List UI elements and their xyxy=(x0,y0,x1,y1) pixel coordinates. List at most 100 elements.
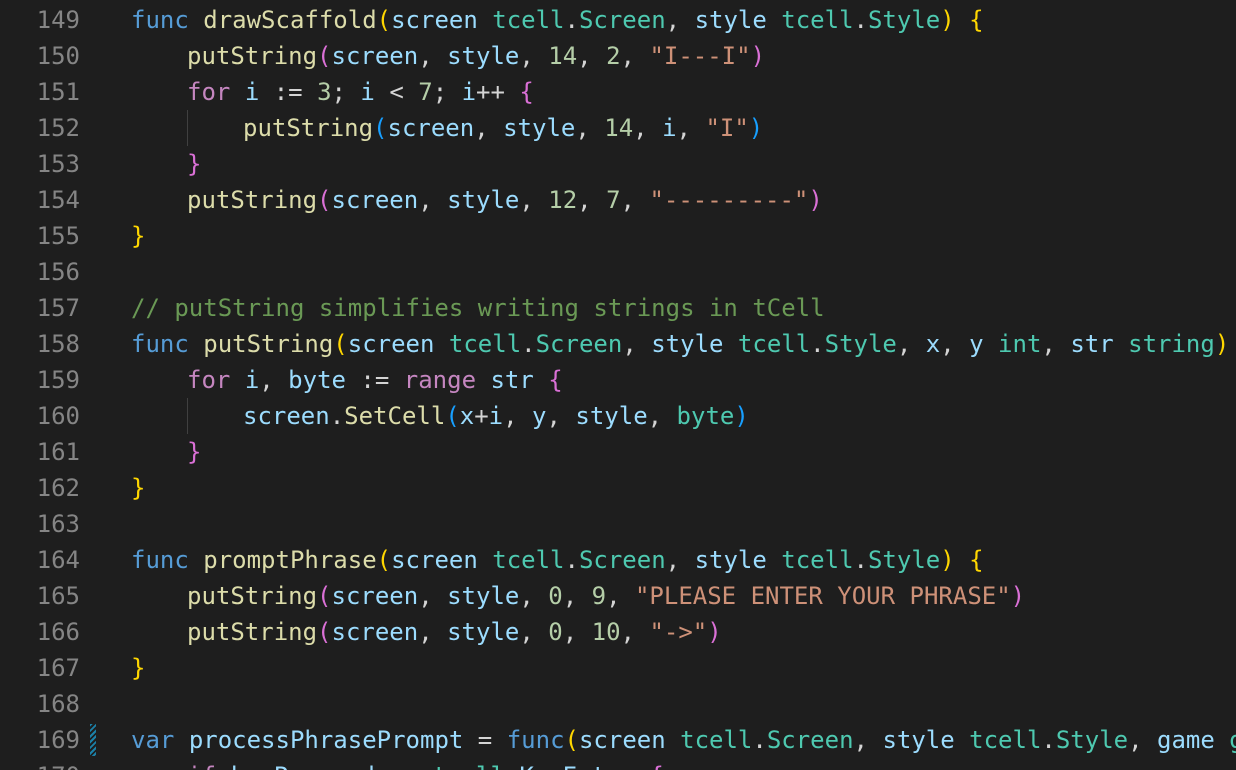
code-token: processPhrasePrompt xyxy=(188,726,464,754)
code-text: func promptPhrase(screen tcell.Screen, s… xyxy=(131,542,984,578)
code-token: Style xyxy=(824,330,897,358)
code-token: putString xyxy=(187,42,318,70)
code-token: , xyxy=(676,114,706,142)
code-token: ( xyxy=(564,726,579,754)
code-token: . xyxy=(810,330,825,358)
code-token: keyPressed xyxy=(230,762,375,770)
code-token: ) xyxy=(748,114,764,142)
code-token: . xyxy=(752,726,767,754)
code-token: , xyxy=(519,186,549,214)
code-line[interactable]: 161} xyxy=(0,434,1236,470)
code-token: { xyxy=(519,78,534,106)
code-token: 9 xyxy=(591,582,607,610)
code-token: // putString simplifies writing strings … xyxy=(131,294,825,322)
code-token: i xyxy=(244,78,260,106)
code-line[interactable]: 160 screen.SetCell(x+i, y, style, byte) xyxy=(0,398,1236,434)
line-number: 165 xyxy=(36,582,80,610)
code-token: ) xyxy=(1010,582,1026,610)
code-line[interactable]: 154 putString(screen, style, 12, 7, "----… xyxy=(0,182,1236,218)
code-token: , xyxy=(562,582,592,610)
code-line[interactable]: 163 xyxy=(0,506,1236,542)
code-token: ; xyxy=(432,78,462,106)
code-token: style xyxy=(575,402,648,430)
code-line[interactable]: 168 xyxy=(0,686,1236,722)
code-token: Style xyxy=(1055,726,1129,754)
code-token: tcell xyxy=(781,546,854,574)
code-token: ( xyxy=(373,114,388,142)
code-token: , xyxy=(620,618,650,646)
code-line[interactable]: 152 putString(screen, style, 14, i, "I") xyxy=(0,110,1236,146)
code-token: putString xyxy=(243,114,374,142)
code-token: Screen xyxy=(535,330,623,358)
code-line[interactable]: 150 putString(screen, style, 14, 2, "I---… xyxy=(0,38,1236,74)
code-token: , xyxy=(418,618,448,646)
code-token: style xyxy=(694,546,767,574)
code-token: for xyxy=(187,366,231,394)
code-line[interactable]: 155} xyxy=(0,218,1236,254)
code-line[interactable]: 169 var processPhrasePrompt = func(screen… xyxy=(0,722,1236,758)
code-line[interactable]: 157 // putString simplifies writing strin… xyxy=(0,290,1236,326)
code-token: 14 xyxy=(604,114,634,142)
code-token: tcell xyxy=(737,330,811,358)
code-token: , xyxy=(575,114,605,142)
code-line[interactable]: 162} xyxy=(0,470,1236,506)
code-token: } xyxy=(131,654,146,682)
code-token: 7 xyxy=(606,186,621,214)
code-token: ) xyxy=(734,402,749,430)
code-token: tcell xyxy=(433,762,505,770)
line-number: 151 xyxy=(36,78,80,106)
code-token: } xyxy=(187,438,202,466)
code-text: // putString simplifies writing strings … xyxy=(131,290,825,326)
code-line[interactable]: 149 func drawScaffold(screen tcell.Screen… xyxy=(0,2,1236,38)
modified-line-indicator xyxy=(90,724,96,756)
code-token: ) xyxy=(1214,330,1230,358)
code-token: , xyxy=(853,726,883,754)
code-token: ) xyxy=(750,42,766,70)
code-line[interactable]: 159 for i, byte := range str { xyxy=(0,362,1236,398)
code-token: . xyxy=(521,330,536,358)
code-line[interactable]: 165 putString(screen, style, 0, 9, "PLEAS… xyxy=(0,578,1236,614)
code-text: func drawScaffold(screen tcell.Screen, s… xyxy=(131,2,984,38)
code-token: func xyxy=(131,546,189,574)
code-token: ) xyxy=(940,6,955,34)
code-token: i xyxy=(360,78,375,106)
code-line[interactable]: 153} xyxy=(0,146,1236,182)
code-token: tcell xyxy=(448,330,522,358)
code-token: { xyxy=(649,762,663,770)
code-token: , xyxy=(519,618,549,646)
line-number: 154 xyxy=(36,186,80,214)
code-token: . xyxy=(853,6,868,34)
code-token: byte xyxy=(676,402,735,430)
code-token: tcell xyxy=(781,6,854,34)
code-token: ; xyxy=(331,78,361,106)
code-editor[interactable]: 14 9 func drawScaffold(screen tcell.Screen… xyxy=(0,0,1236,770)
code-token: = xyxy=(463,726,507,754)
code-token: KeyEnter xyxy=(519,762,635,770)
code-token: 10 xyxy=(591,618,621,646)
code-line[interactable]: 164 func promptPhrase(screen tcell.Screen… xyxy=(0,542,1236,578)
code-token: y xyxy=(969,330,984,358)
code-token: func xyxy=(131,6,189,34)
code-token: { xyxy=(969,546,984,574)
code-line[interactable]: 158 func putString(screen tcell.Screen, s… xyxy=(0,326,1236,362)
line-number: 159 xyxy=(36,366,80,394)
code-token: , xyxy=(562,618,592,646)
code-line[interactable]: 156 xyxy=(0,254,1236,290)
code-line[interactable]: 167} xyxy=(0,650,1236,686)
code-token: screen xyxy=(331,42,419,70)
code-token: ( xyxy=(376,6,392,34)
code-line[interactable]: 166 putString(screen, style, 0, 10, "->") xyxy=(0,614,1236,650)
code-token: screen xyxy=(387,114,475,142)
code-token: ( xyxy=(445,402,460,430)
code-line[interactable]: 151 for i := 3; i < 7; i++ { xyxy=(0,74,1236,110)
code-token: screen xyxy=(331,618,419,646)
code-token: { xyxy=(969,6,984,34)
code-line[interactable]: 170 if keyPressed == tcell.KeyEnter { xyxy=(0,758,1236,770)
code-token: screen xyxy=(331,582,419,610)
code-token: "->" xyxy=(649,618,708,646)
